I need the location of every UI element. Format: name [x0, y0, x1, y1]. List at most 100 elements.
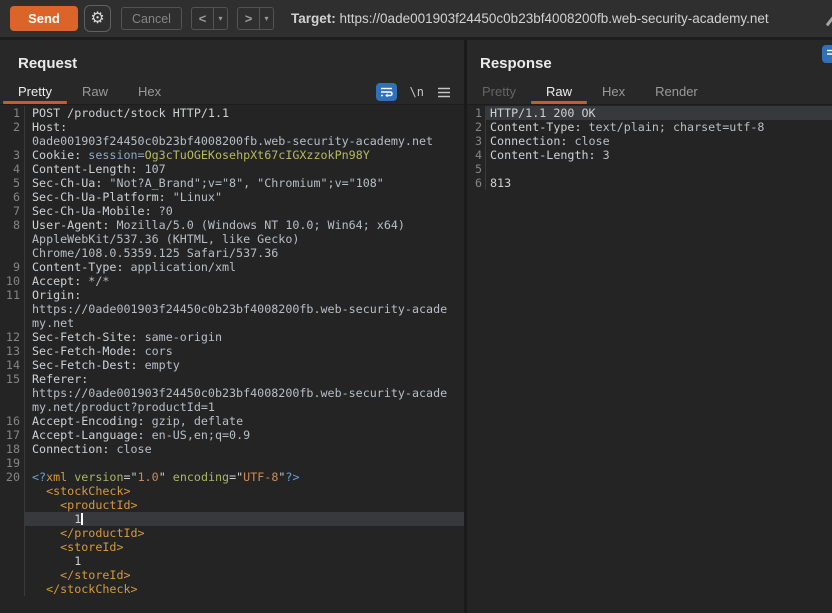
code-line[interactable]: my.net [0, 316, 464, 330]
line-number [0, 386, 25, 400]
request-editor[interactable]: 1 POST /product/stock HTTP/1.1 2 Host: 0ade0… [0, 105, 464, 613]
tab-hex[interactable]: Hex [587, 81, 640, 104]
code-line[interactable]: 3 Cookie: session=Og3cTuOGEKosehpXt67cIGX… [0, 148, 464, 162]
response-tabs: Pretty Raw Hex Render [467, 81, 713, 104]
back-dropdown-icon[interactable]: ▾ [213, 8, 227, 29]
cancel-button[interactable]: Cancel [121, 7, 182, 30]
repeater-main: Request Pretty Raw Hex \n 1 POST /produc… [0, 40, 832, 613]
code-line[interactable]: 2 Host: [0, 120, 464, 134]
code-line[interactable]: </productId> [0, 526, 464, 540]
history-back-button[interactable]: < ▾ [191, 7, 228, 30]
line-number: 11 [0, 288, 25, 302]
edit-target-icon[interactable] [825, 12, 832, 27]
line-number: 5 [0, 176, 25, 190]
code-line[interactable]: </storeId> [0, 568, 464, 582]
tab-pretty[interactable]: Pretty [467, 81, 531, 104]
send-button[interactable]: Send [10, 6, 78, 31]
code-line[interactable]: 13 Sec-Fetch-Mode: cors [0, 344, 464, 358]
code-line[interactable]: AppleWebKit/537.36 (KHTML, like Gecko) [0, 232, 464, 246]
code-line[interactable]: 1 HTTP/1.1 200 OK [467, 106, 832, 120]
line-number: 18 [0, 442, 25, 456]
tab-hex[interactable]: Hex [123, 81, 176, 104]
code-line[interactable]: 10 Accept: */* [0, 274, 464, 288]
line-number: 19 [0, 456, 25, 470]
line-number: 1 [467, 106, 486, 120]
code-line[interactable]: 18 Connection: close [0, 442, 464, 456]
response-editor[interactable]: 1 HTTP/1.1 200 OK 2 Content-Type: text/plai… [467, 105, 832, 613]
line-number [0, 568, 25, 582]
line-number: 2 [0, 120, 25, 134]
code-line[interactable]: 6 813 [467, 176, 832, 190]
code-line[interactable]: 19 [0, 456, 464, 470]
code-line[interactable]: 6 Sec-Ch-Ua-Platform: "Linux" [0, 190, 464, 204]
line-number [0, 316, 25, 330]
line-number [0, 134, 25, 148]
line-number [0, 400, 25, 414]
code-line[interactable]: 4 Content-Length: 107 [0, 162, 464, 176]
code-line[interactable]: 9 Content-Type: application/xml [0, 260, 464, 274]
request-tabs: Pretty Raw Hex [3, 81, 176, 104]
settings-button[interactable]: ⚙ [84, 5, 111, 32]
menu-icon[interactable] [437, 87, 451, 98]
request-editor-icons: \n [375, 82, 451, 102]
code-line[interactable]: 16 Accept-Encoding: gzip, deflate [0, 414, 464, 428]
code-line[interactable]: 2 Content-Type: text/plain; charset=utf-8 [467, 120, 832, 134]
forward-arrow-icon: > [244, 11, 253, 26]
code-line[interactable]: 5 [467, 162, 832, 176]
toolbar: Send ⚙ Cancel < ▾ > ▾ Target: https://0a… [0, 0, 832, 40]
line-number [0, 498, 25, 512]
response-word-wrap-icon[interactable] [822, 45, 832, 63]
line-number [0, 512, 25, 526]
code-line[interactable]: <productId> [0, 498, 464, 512]
tab-render[interactable]: Render [640, 81, 713, 104]
response-tab-row: Pretty Raw Hex Render [467, 80, 832, 105]
code-line[interactable]: 0ade001903f24450c0b23bf4008200fb.web-sec… [0, 134, 464, 148]
code-line[interactable]: https://0ade001903f24450c0b23bf4008200fb… [0, 302, 464, 316]
code-line[interactable]: Chrome/108.0.5359.125 Safari/537.36 [0, 246, 464, 260]
word-wrap-icon[interactable] [375, 83, 397, 101]
line-number: 12 [0, 330, 25, 344]
code-line[interactable]: 3 Connection: close [467, 134, 832, 148]
code-line[interactable]: 5 Sec-Ch-Ua: "Not?A_Brand";v="8", "Chromi… [0, 176, 464, 190]
code-line[interactable]: 17 Accept-Language: en-US,en;q=0.9 [0, 428, 464, 442]
history-forward-button[interactable]: > ▾ [237, 7, 274, 30]
code-line[interactable]: 7 Sec-Ch-Ua-Mobile: ?0 [0, 204, 464, 218]
code-line[interactable]: 8 User-Agent: Mozilla/5.0 (Windows NT 10.… [0, 218, 464, 232]
response-panel: Response Pretty Raw Hex Render 1 HTTP/1.1 20… [467, 40, 832, 613]
code-line[interactable]: <storeId> [0, 540, 464, 554]
code-line[interactable]: https://0ade001903f24450c0b23bf4008200fb… [0, 386, 464, 400]
line-number: 4 [0, 162, 25, 176]
code-line[interactable]: 1 [0, 512, 464, 526]
line-number: 3 [0, 148, 25, 162]
target-label: Target: [291, 11, 336, 26]
line-number: 5 [467, 162, 486, 176]
code-line[interactable]: 15 Referer: [0, 372, 464, 386]
code-line[interactable]: 4 Content-Length: 3 [467, 148, 832, 162]
target-url: https://0ade001903f24450c0b23bf4008200fb… [339, 11, 769, 26]
code-line[interactable]: my.net/product?productId=1 [0, 400, 464, 414]
code-line[interactable]: 14 Sec-Fetch-Dest: empty [0, 358, 464, 372]
code-line[interactable]: </stockCheck> [0, 582, 464, 596]
code-line[interactable]: <stockCheck> [0, 484, 464, 498]
line-number: 13 [0, 344, 25, 358]
tab-pretty[interactable]: Pretty [3, 81, 67, 104]
line-number: 17 [0, 428, 25, 442]
tab-raw[interactable]: Raw [530, 81, 587, 104]
code-line[interactable]: 1 [0, 554, 464, 568]
newline-icon[interactable]: \n [410, 85, 424, 99]
line-number [0, 246, 25, 260]
line-number: 4 [467, 148, 486, 162]
code-line[interactable]: 20 <?xml version="1.0" encoding="UTF-8"?> [0, 470, 464, 484]
line-number [0, 582, 25, 596]
gear-icon: ⚙ [90, 9, 105, 27]
line-number: 16 [0, 414, 25, 428]
line-number [0, 302, 25, 316]
tab-raw[interactable]: Raw [67, 81, 123, 104]
line-number: 7 [0, 204, 25, 218]
line-number [0, 484, 25, 498]
code-line[interactable]: 11 Origin: [0, 288, 464, 302]
code-line[interactable]: 1 POST /product/stock HTTP/1.1 [0, 106, 464, 120]
forward-dropdown-icon[interactable]: ▾ [259, 8, 273, 29]
line-number: 3 [467, 134, 486, 148]
code-line[interactable]: 12 Sec-Fetch-Site: same-origin [0, 330, 464, 344]
